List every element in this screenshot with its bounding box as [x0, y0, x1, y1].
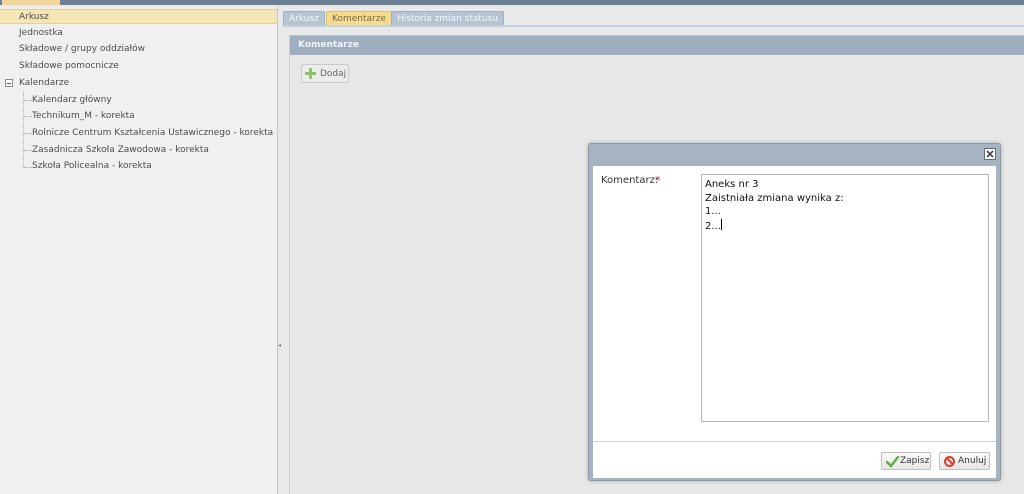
plus-icon	[305, 68, 316, 79]
checkmark-icon	[886, 456, 899, 468]
tree-item-jednostka[interactable]: Jednostka	[0, 26, 277, 41]
comment-dialog: Komentarz: * Aneks nr 3 Zaistniała zmian…	[588, 143, 1001, 481]
tree-item-label: Kalendarze	[19, 78, 70, 88]
top-tab-stub[interactable]	[2, 0, 60, 5]
tree-item-arkusz[interactable]: Arkusz	[0, 9, 277, 24]
comment-line: Aneks nr 3	[705, 179, 759, 190]
tree-item-szkola-policealna[interactable]: Szkoła Policealna - korekta	[0, 159, 277, 174]
comment-field-label: Komentarz:	[601, 175, 659, 186]
tree-item-label: Jednostka	[19, 28, 63, 38]
dialog-footer: Zapisz Anuluj	[593, 441, 996, 478]
dialog-titlebar[interactable]	[589, 144, 1000, 164]
cancel-button-label: Anuluj	[958, 456, 987, 466]
tab-komentarze[interactable]: Komentarze	[326, 11, 392, 26]
add-button-label: Dodaj	[320, 69, 347, 79]
cancel-button[interactable]: Anuluj	[939, 452, 990, 470]
navigation-tree: Arkusz Jednostka Składowe / grupy oddzia…	[0, 7, 278, 494]
tab-historia-zmian-statusu[interactable]: Historia zmian statusu	[391, 11, 504, 26]
tree-item-kalendarz-glowny[interactable]: Kalendarz główny	[0, 93, 277, 108]
tab-arkusz[interactable]: Arkusz	[283, 11, 325, 26]
collapse-icon[interactable]	[5, 79, 13, 87]
top-bar	[0, 0, 1024, 5]
add-button[interactable]: Dodaj	[301, 64, 349, 83]
panel-splitter[interactable]	[279, 7, 284, 494]
comment-textarea[interactable]: Aneks nr 3 Zaistniała zmiana wynika z: 1…	[701, 174, 989, 422]
tab-strip-divider	[283, 25, 1024, 27]
tree-item-label: Kalendarz główny	[32, 95, 112, 105]
tree-item-zasadnicza-szkola[interactable]: Zasadnicza Szkoła Zawodowa - korekta	[0, 143, 277, 158]
comment-line: 2...	[705, 220, 721, 232]
panel-title: Komentarze	[298, 40, 360, 50]
save-button-label: Zapisz	[900, 456, 930, 466]
collapse-arrow-icon[interactable]: ◂	[278, 342, 282, 350]
panel-header: Komentarze	[290, 35, 1024, 55]
text-caret	[720, 218, 722, 230]
tree-item-label: Technikum_M - korekta	[32, 111, 135, 121]
comment-line: 1...	[705, 206, 721, 217]
save-button[interactable]: Zapisz	[881, 452, 931, 470]
tree-item-label: Składowe / grupy oddziałów	[19, 44, 145, 54]
tree-item-technikum-m[interactable]: Technikum_M - korekta	[0, 109, 277, 124]
comment-line: Zaistniała zmiana wynika z:	[705, 192, 844, 204]
tree-item-rolnicze-centrum[interactable]: Rolnicze Centrum Kształcenia Ustawiczneg…	[0, 126, 277, 141]
tree-item-kalendarze[interactable]: Kalendarze	[0, 76, 277, 91]
tree-item-label: Szkoła Policealna - korekta	[32, 161, 152, 171]
dialog-body: Komentarz: * Aneks nr 3 Zaistniała zmian…	[593, 166, 996, 441]
tree-item-skladowe-pomocnicze[interactable]: Składowe pomocnicze	[0, 59, 277, 74]
tree-item-label: Rolnicze Centrum Kształcenia Ustawiczneg…	[32, 128, 274, 138]
tree-item-label: Składowe pomocnicze	[19, 61, 119, 71]
tree-item-skladowe-grupy[interactable]: Składowe / grupy oddziałów	[0, 42, 277, 57]
tree-item-label: Arkusz	[19, 12, 49, 22]
tree-item-label: Zasadnicza Szkoła Zawodowa - korekta	[32, 145, 209, 155]
cancel-icon	[944, 456, 955, 467]
close-icon[interactable]	[984, 148, 996, 160]
required-marker: *	[655, 174, 661, 187]
